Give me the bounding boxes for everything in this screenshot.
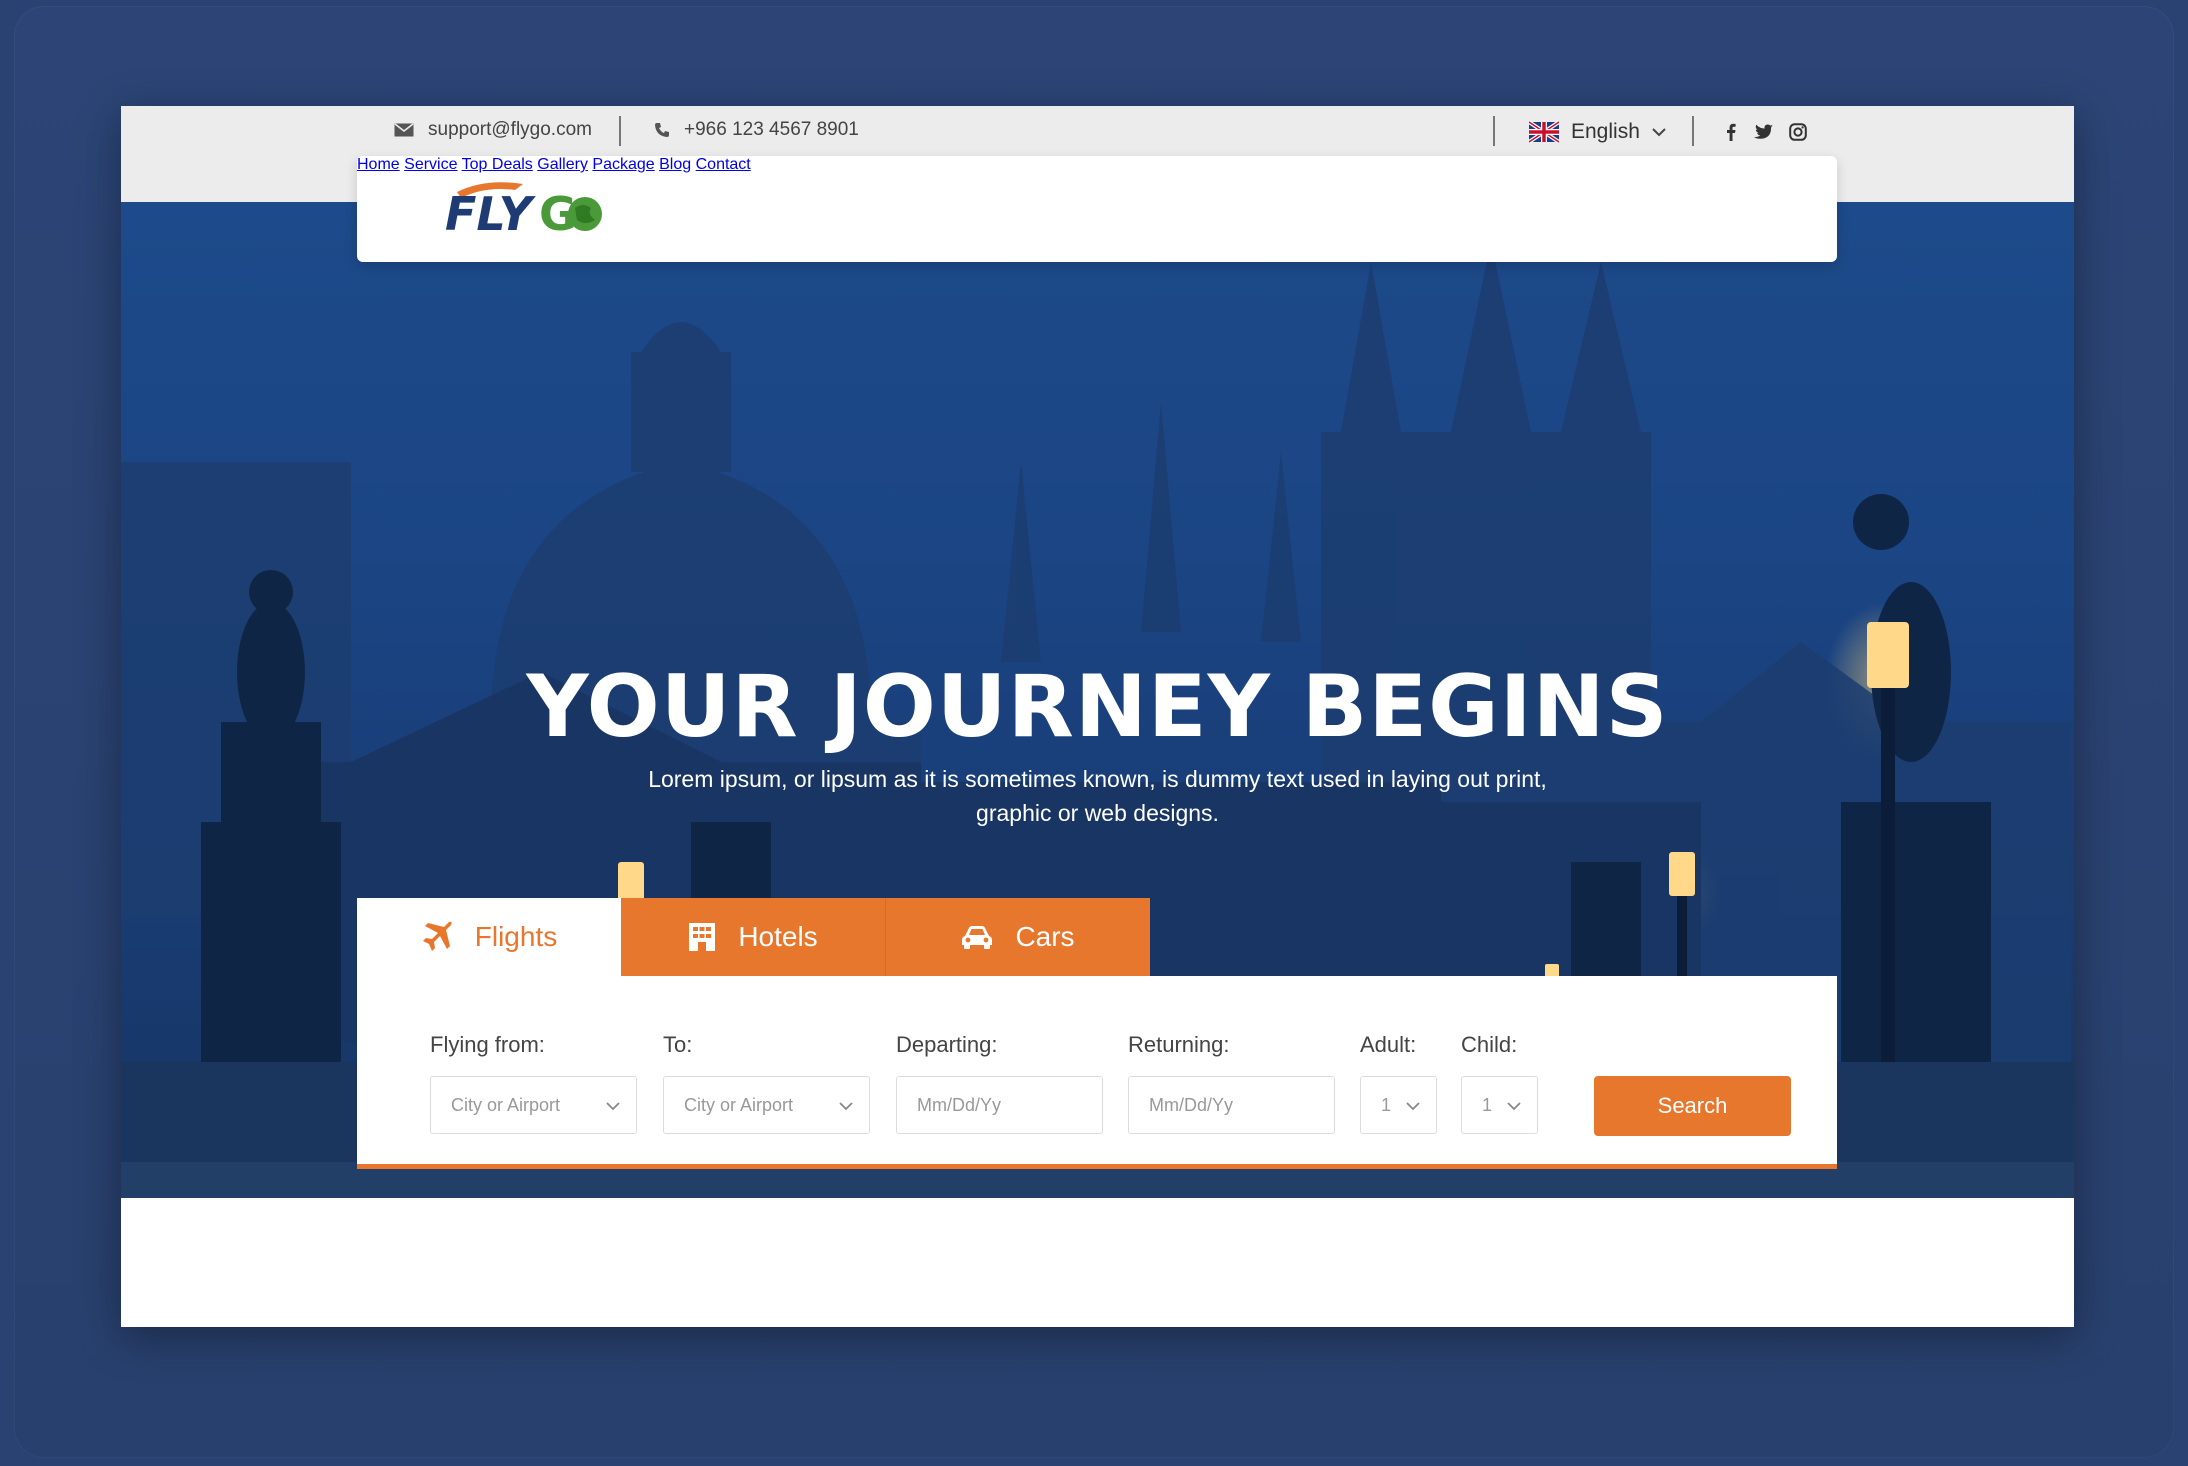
to-label: To: [663, 1032, 693, 1057]
tab-flights[interactable]: Flights [357, 898, 621, 976]
from-select[interactable]: City or Airport [430, 1076, 637, 1134]
nav-service[interactable]: Service [404, 156, 457, 173]
tab-label: Cars [1015, 921, 1075, 952]
flight-search-form: Flying from: City or Airport To: City or… [357, 976, 1837, 1169]
main-navbar: FLY G Home Service Top Deals Gallery Pac… [357, 156, 1837, 262]
nav-blog[interactable]: Blog [659, 156, 691, 173]
uk-flag-icon [1529, 121, 1559, 143]
return-label: Returning: [1128, 1032, 1230, 1057]
chevron-down-icon [839, 1095, 853, 1116]
nav-contact[interactable]: Contact [696, 156, 751, 173]
facebook-icon[interactable] [1726, 123, 1736, 141]
child-select[interactable]: 1 [1461, 1076, 1538, 1134]
nav-top-deals[interactable]: Top Deals [462, 156, 533, 173]
chevron-down-icon [1406, 1095, 1420, 1116]
hero-title: YOUR JOURNEY BEGINS [526, 657, 1669, 757]
language-label: English [1571, 120, 1640, 143]
mail-icon [394, 123, 414, 137]
return-placeholder: Mm/Dd/Yy [1149, 1094, 1234, 1115]
adult-label: Adult: [1360, 1032, 1417, 1057]
tab-label: Flights [474, 921, 558, 952]
twitter-icon[interactable] [1754, 124, 1773, 140]
car-icon [961, 924, 993, 950]
hotel-icon [688, 922, 716, 952]
search-button[interactable]: Search [1594, 1076, 1791, 1136]
to-select[interactable]: City or Airport [663, 1076, 870, 1134]
phone-contact[interactable]: +966 123 4567 8901 [654, 106, 859, 154]
hero-subtitle: Lorem ipsum, or lipsum as it is sometime… [648, 766, 1547, 826]
tab-label: Hotels [738, 921, 818, 952]
from-placeholder: City or Airport [451, 1094, 561, 1115]
child-value: 1 [1482, 1094, 1493, 1115]
from-label: Flying from: [430, 1032, 545, 1057]
chevron-down-icon [606, 1095, 620, 1116]
chevron-down-icon [1652, 127, 1666, 137]
svg-text:FLY: FLY [445, 187, 537, 241]
nav-package[interactable]: Package [592, 156, 654, 173]
child-label: Child: [1461, 1032, 1518, 1057]
adult-value: 1 [1381, 1094, 1392, 1115]
flygo-logo[interactable]: FLY G [445, 174, 605, 244]
to-placeholder: City or Airport [684, 1094, 794, 1115]
nav-home[interactable]: Home [357, 156, 400, 173]
topbar-divider [619, 116, 621, 146]
nav-gallery[interactable]: Gallery [537, 156, 588, 173]
chevron-down-icon [1507, 1095, 1521, 1116]
instagram-icon[interactable] [1789, 123, 1807, 141]
language-selector[interactable]: English [1529, 108, 1666, 156]
return-date-input[interactable]: Mm/Dd/Yy [1128, 1076, 1335, 1134]
topbar-divider [1493, 116, 1495, 146]
plane-icon [421, 921, 453, 953]
email-text: support@flygo.com [428, 119, 592, 140]
phone-icon [654, 122, 670, 138]
social-links [1726, 108, 1807, 156]
tab-hotels[interactable]: Hotels [621, 898, 885, 976]
tab-cars[interactable]: Cars [885, 898, 1150, 976]
topbar-divider [1692, 116, 1694, 146]
depart-date-input[interactable]: Mm/Dd/Yy [896, 1076, 1103, 1134]
email-contact[interactable]: support@flygo.com [394, 106, 592, 154]
website-page: support@flygo.com +966 123 4567 8901 Eng… [121, 106, 2074, 1327]
depart-label: Departing: [896, 1032, 998, 1057]
phone-text: +966 123 4567 8901 [684, 119, 859, 140]
depart-placeholder: Mm/Dd/Yy [917, 1094, 1002, 1115]
adult-select[interactable]: 1 [1360, 1076, 1437, 1134]
